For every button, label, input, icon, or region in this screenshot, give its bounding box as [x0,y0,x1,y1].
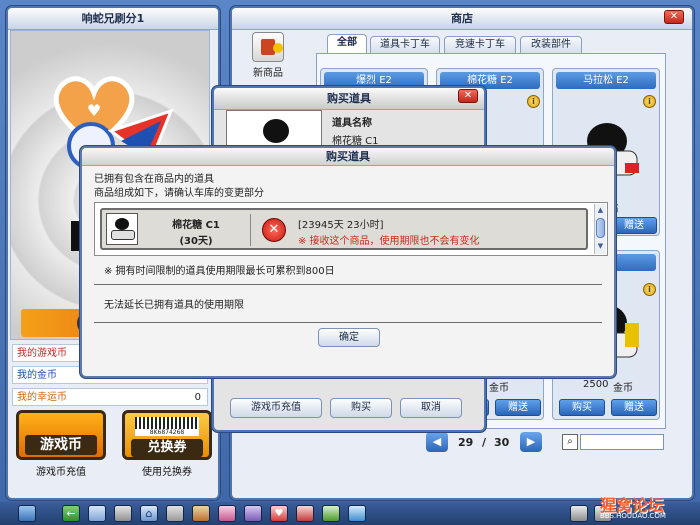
game-icon[interactable] [322,505,340,522]
page-total: 30 [494,436,510,449]
gift-button[interactable]: 赠送 [611,399,657,416]
back-arrow-icon[interactable]: ← [62,505,80,522]
buy-dialog-title: 购买道具 [214,88,484,110]
game-coin-label: 我的游戏币 [17,348,67,359]
recharge-art-text: 游戏币 [25,435,97,455]
gift-button[interactable]: 赠送 [495,399,541,416]
music-icon[interactable] [244,505,262,522]
confirm-line-1: 已拥有包含在商品内的道具 [94,174,214,185]
list-item: 棉花糖 C1 (30天) ✕ [23945天 23小时] ※ 接收这个商品，使用… [100,208,588,250]
page-current: 29 [458,436,474,449]
error-x-icon: ✕ [262,218,286,242]
card-name: 马拉松 E2 [556,72,656,89]
search-input[interactable] [580,434,664,450]
home-icon[interactable]: ⌂ [140,505,158,522]
item-name-label: 道具名称 [332,118,372,129]
list-item-duration: (30天) [179,236,213,247]
shop-icon[interactable] [88,505,106,522]
tab-racing-karts[interactable]: 竞速卡丁车 [444,36,516,53]
tab-parts[interactable]: 改装部件 [520,36,582,53]
divider [94,284,602,285]
settings-icon[interactable] [570,505,588,522]
heart-icon[interactable]: ♥ [270,505,288,522]
cancel-button[interactable]: 取消 [400,398,462,418]
lucky-coin-value: 0 [194,392,201,403]
start-icon[interactable] [18,505,36,522]
info-text: 无法延长已拥有道具的使用期限 [104,300,244,311]
profile-title: 响蛇兄刷分1 [8,8,218,30]
new-items-label: 新商品 [253,68,283,79]
page-separator: / [482,436,487,449]
confirm-ok-button[interactable]: 确定 [318,328,380,347]
status-warning: ※ 接收这个商品，使用期限也不会有变化 [298,236,480,247]
mail-icon[interactable] [296,505,314,522]
chat-icon[interactable] [348,505,366,522]
friends-icon[interactable] [218,505,236,522]
gift-button[interactable]: 赠送 [611,217,657,234]
card-price: 2500 [583,379,609,390]
recharge-caption: 游戏币充值 [36,467,86,478]
lucky-coin-row: 我的幸运币 0 [12,388,208,406]
buy-dialog-close-button[interactable]: ✕ [458,89,478,103]
coupon-barcode-number: 8K6874268 [135,429,199,436]
prev-page-button[interactable]: ◀ [426,432,448,452]
confirm-line-2: 商品组成如下，请确认车库的变更部分 [94,188,264,199]
menu-icon[interactable] [192,505,210,522]
coupon-button[interactable]: 8K6874268 兑换券 [122,410,212,460]
gold-coin-label: 我的金币 [17,370,57,381]
shop-title: 商店 [232,8,692,30]
status-time: [23945天 23小时] [298,220,384,231]
list-item-name: 棉花糖 C1 [172,220,220,231]
recharge-button[interactable]: 游戏币 [16,410,106,460]
buy-button[interactable]: 购买 [559,399,605,416]
tab-all[interactable]: 全部 [327,34,367,53]
search-icon[interactable]: ⌕ [562,434,578,450]
item-name-value: 棉花糖 C1 [332,136,379,147]
buy-button[interactable]: 购买 [330,398,392,418]
coin-icon: i [643,95,656,108]
divider [94,322,602,323]
new-items-icon[interactable] [252,32,284,62]
next-page-button[interactable]: ▶ [520,432,542,452]
watermark-sub: BBS.HOUDAO.COM [600,512,666,520]
card-price-unit: 金币 [613,383,633,394]
recharge-dialog-button[interactable]: 游戏币充值 [230,398,322,418]
coupon-art-text: 兑换券 [131,439,203,457]
item-thumb-icon [106,213,138,245]
confirm-dialog-title: 购买道具 [82,148,614,166]
card-price-unit: 金币 [489,383,509,394]
coin-icon: i [527,95,540,108]
limit-notice: ※ 拥有时间限制的道具使用期限最长可累积到800日 [104,266,335,277]
tab-item-karts[interactable]: 道具卡丁车 [370,36,440,53]
shop-close-button[interactable]: ✕ [664,10,684,24]
garage-icon[interactable] [114,505,132,522]
lucky-coin-label: 我的幸运币 [17,392,67,403]
divider [250,214,251,246]
tools-icon[interactable] [166,505,184,522]
coupon-caption: 使用兑换券 [142,467,192,478]
list-scrollbar[interactable]: ▲ ▼ [594,204,606,254]
